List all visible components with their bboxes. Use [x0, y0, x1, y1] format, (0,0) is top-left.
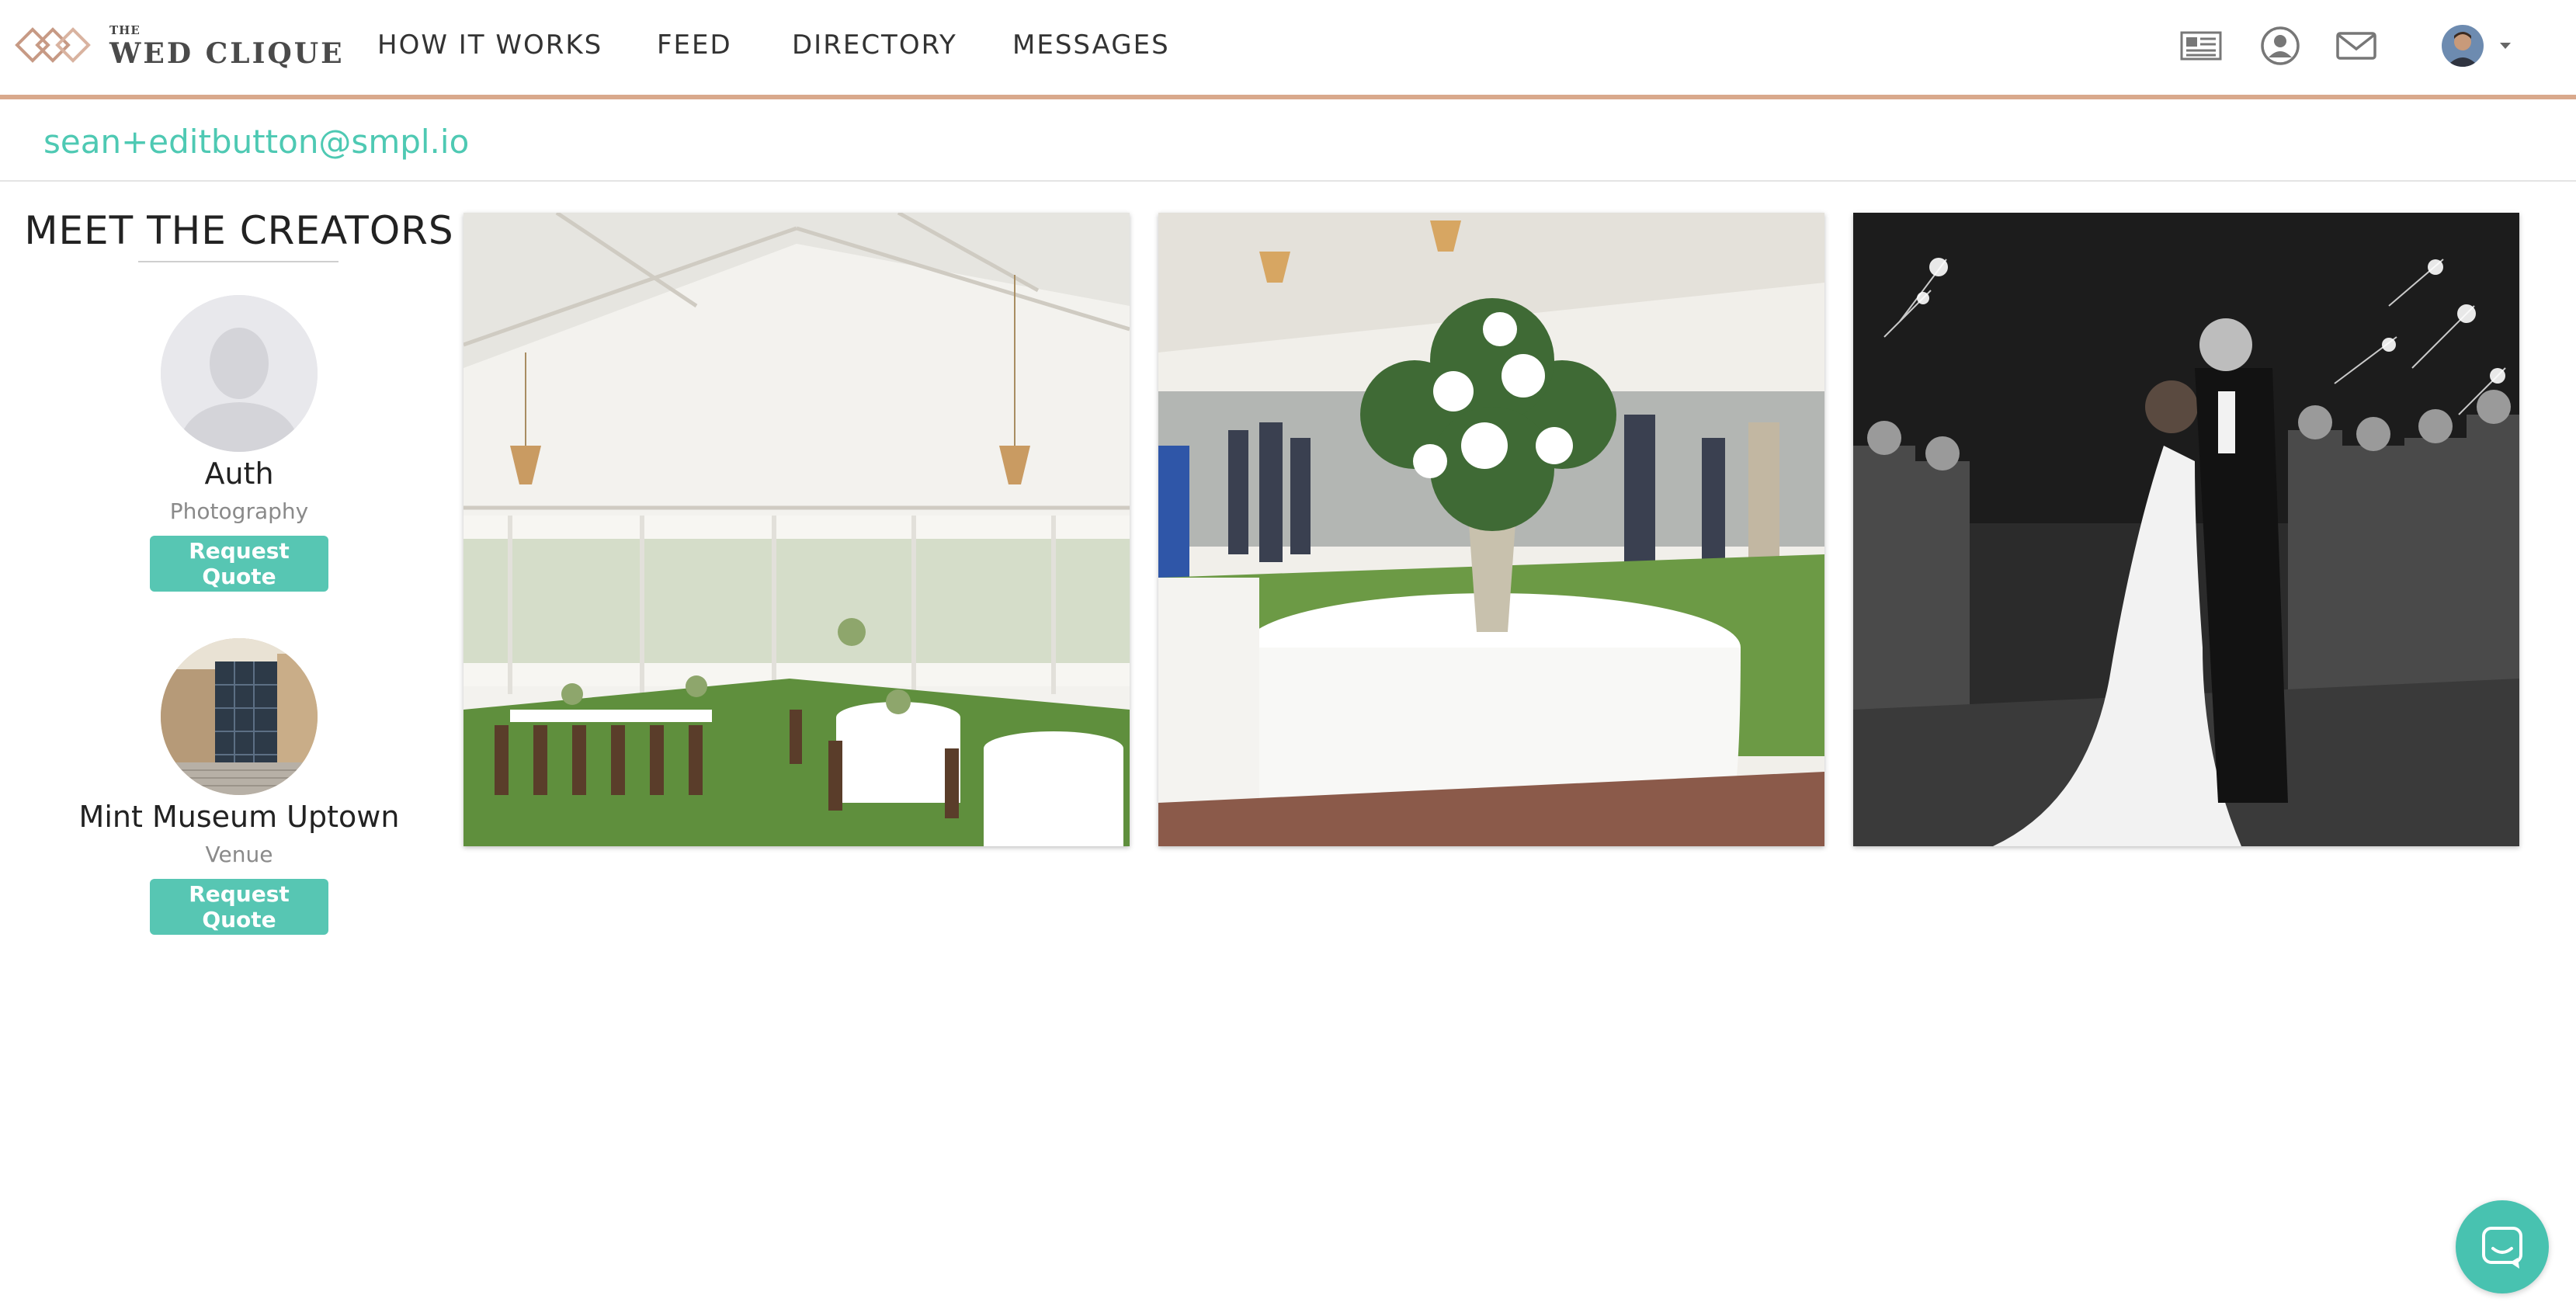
creator-avatar[interactable] [161, 295, 318, 452]
logo-diamonds-icon [15, 27, 91, 63]
nav-feed[interactable]: FEED [657, 30, 732, 61]
profile-subheader: sean+editbutton@smpl.io [0, 99, 2576, 182]
creator-category: Photography [169, 498, 309, 524]
creator-avatar[interactable] [161, 638, 318, 795]
chat-icon [2482, 1227, 2522, 1269]
sparkler-exit-photo[interactable] [1853, 213, 2519, 846]
chat-button[interactable] [2456, 1200, 2549, 1293]
logo-the: THE [109, 23, 141, 37]
top-navigation-bar: THE WED CLIQUE HOW IT WORKS FEED DIRECTO… [0, 0, 2576, 99]
creator-name[interactable]: Mint Museum Uptown [0, 800, 478, 834]
nav-messages[interactable]: MESSAGES [1012, 30, 1170, 61]
floral-centerpiece-photo[interactable] [1158, 213, 1824, 846]
creators-title: MEET THE CREATORS [24, 208, 454, 253]
caret-down-icon[interactable] [2498, 39, 2512, 54]
tent-reception-photo[interactable] [463, 213, 1130, 846]
user-email-link[interactable]: sean+editbutton@smpl.io [43, 123, 469, 161]
placeholder-person-icon [161, 295, 318, 452]
request-quote-button[interactable]: Request Quote [150, 879, 328, 935]
title-underline [138, 261, 338, 262]
user-circle-icon[interactable] [2258, 23, 2303, 71]
newspaper-icon[interactable] [2178, 23, 2224, 71]
nav-how-it-works[interactable]: HOW IT WORKS [377, 30, 602, 61]
request-quote-button[interactable]: Request Quote [150, 536, 328, 592]
creator-name[interactable]: Auth [0, 457, 478, 491]
creator-category: Venue [205, 842, 273, 867]
avatar[interactable] [2442, 25, 2484, 67]
logo[interactable]: THE WED CLIQUE [14, 19, 342, 75]
logo-name: WED CLIQUE [109, 37, 345, 70]
nav-directory[interactable]: DIRECTORY [792, 30, 957, 61]
envelope-icon[interactable] [2334, 23, 2379, 71]
museum-building-photo [161, 638, 318, 795]
